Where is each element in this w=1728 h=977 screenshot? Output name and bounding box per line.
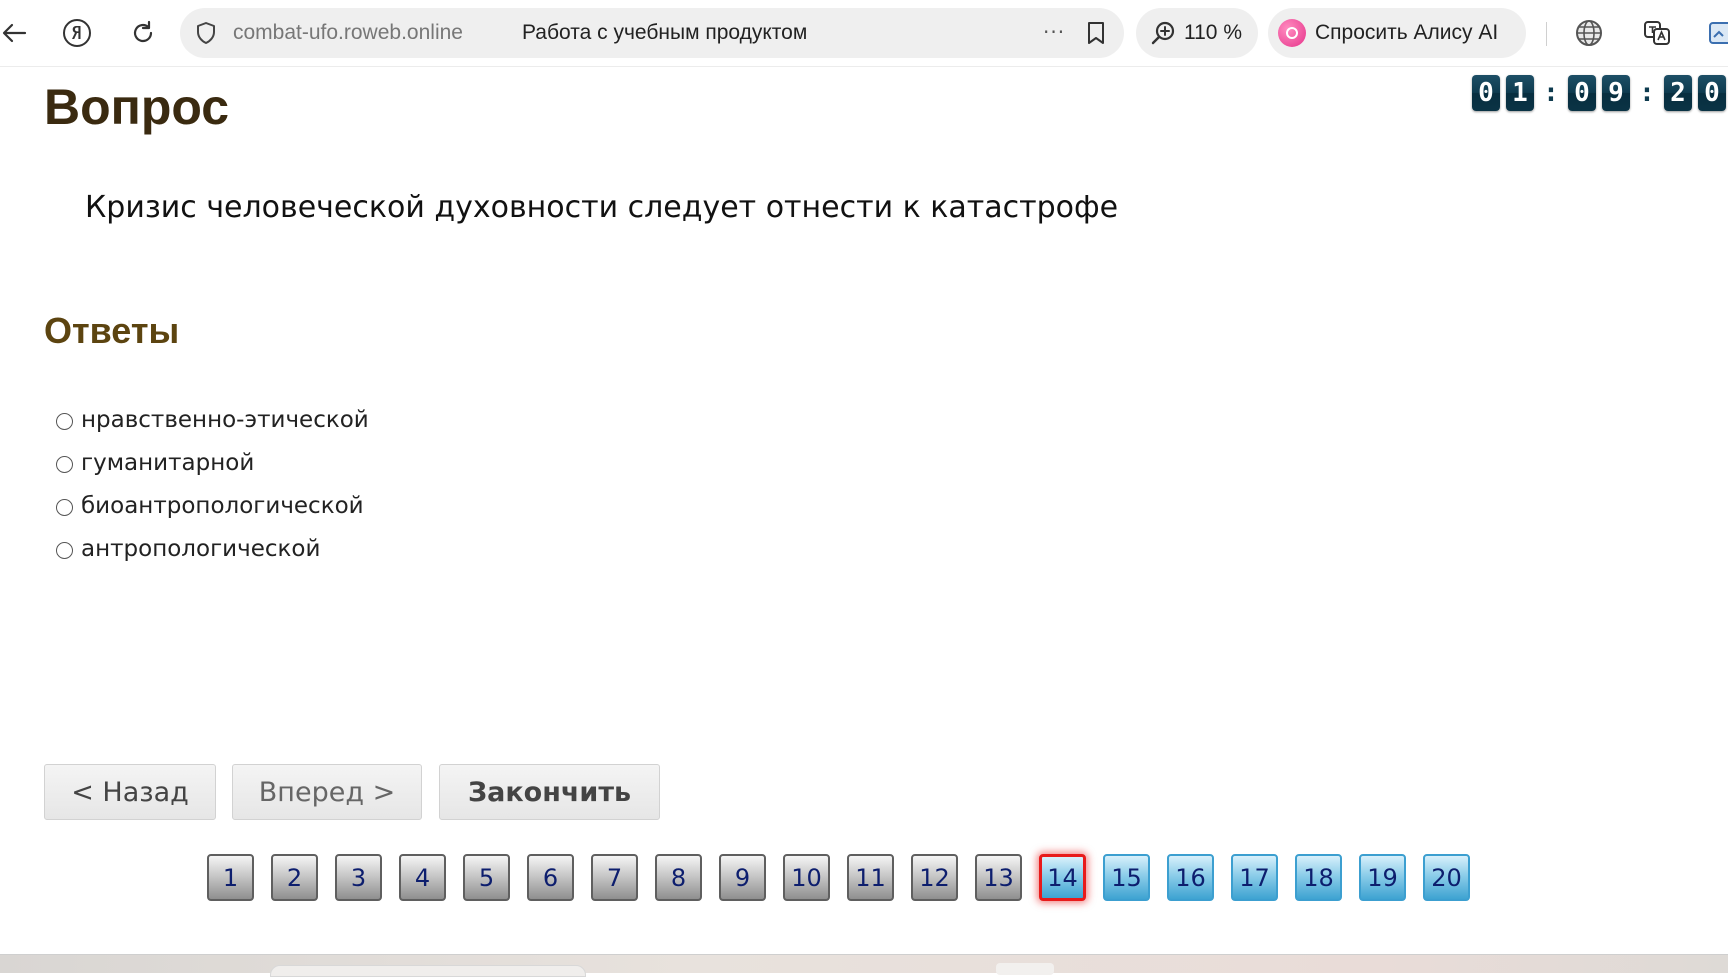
timer-digit: 0 bbox=[1472, 75, 1500, 111]
radio-button[interactable] bbox=[56, 413, 73, 430]
question-number-10[interactable]: 10 bbox=[783, 854, 830, 901]
timer-separator: : bbox=[1639, 78, 1655, 108]
question-number-12[interactable]: 12 bbox=[911, 854, 958, 901]
page-title-in-address-bar: Работа с учебным продуктом bbox=[522, 21, 808, 44]
bookmark-icon[interactable] bbox=[1084, 20, 1110, 46]
question-text: Кризис человеческой духовности следует о… bbox=[85, 190, 1119, 225]
question-number-7[interactable]: 7 bbox=[591, 854, 638, 901]
shield-icon[interactable] bbox=[194, 21, 218, 45]
zoom-level: 110 % bbox=[1184, 21, 1242, 44]
yandex-logo-icon[interactable] bbox=[60, 16, 94, 50]
bottom-tab[interactable] bbox=[270, 965, 586, 977]
bottom-tab[interactable] bbox=[996, 963, 1054, 975]
question-heading: Вопрос bbox=[44, 79, 230, 135]
question-number-13[interactable]: 13 bbox=[975, 854, 1022, 901]
question-number-3[interactable]: 3 bbox=[335, 854, 382, 901]
question-number-4[interactable]: 4 bbox=[399, 854, 446, 901]
question-number-1[interactable]: 1 bbox=[207, 854, 254, 901]
answer-list: нравственно-этической гуманитарной биоан… bbox=[56, 398, 369, 570]
bottom-tab-strip bbox=[0, 954, 1728, 977]
answer-label[interactable]: гуманитарной bbox=[81, 450, 254, 476]
translate-icon[interactable] bbox=[1640, 16, 1674, 50]
back-arrow-icon[interactable] bbox=[0, 16, 28, 50]
back-button[interactable]: < Назад bbox=[44, 764, 216, 820]
question-number-2[interactable]: 2 bbox=[271, 854, 318, 901]
answers-heading: Ответы bbox=[44, 310, 180, 351]
reload-icon[interactable] bbox=[126, 16, 160, 50]
extension-icon[interactable] bbox=[1708, 16, 1728, 50]
answer-option[interactable]: нравственно-этической bbox=[56, 398, 369, 441]
timer-digit: 0 bbox=[1698, 75, 1726, 111]
answer-label[interactable]: антропологической bbox=[81, 536, 320, 562]
ask-alice-button[interactable]: Спросить Алису AI bbox=[1268, 8, 1526, 58]
question-number-9[interactable]: 9 bbox=[719, 854, 766, 901]
forward-button[interactable]: Вперед > bbox=[232, 764, 422, 820]
question-number-8[interactable]: 8 bbox=[655, 854, 702, 901]
question-number-18[interactable]: 18 bbox=[1295, 854, 1342, 901]
answer-option[interactable]: биоантропологической bbox=[56, 484, 369, 527]
question-number-15[interactable]: 15 bbox=[1103, 854, 1150, 901]
timer-separator: : bbox=[1543, 78, 1559, 108]
question-number-20[interactable]: 20 bbox=[1423, 854, 1470, 901]
question-number-6[interactable]: 6 bbox=[527, 854, 574, 901]
question-number-19[interactable]: 19 bbox=[1359, 854, 1406, 901]
timer-digit: 0 bbox=[1568, 75, 1596, 111]
timer-digit: 2 bbox=[1664, 75, 1692, 111]
radio-button[interactable] bbox=[56, 542, 73, 559]
alice-icon bbox=[1278, 19, 1306, 47]
address-bar[interactable]: combat-ufo.roweb.online Работа с учебным… bbox=[180, 8, 1124, 58]
zoom-icon bbox=[1150, 20, 1176, 46]
radio-button[interactable] bbox=[56, 499, 73, 516]
radio-button[interactable] bbox=[56, 456, 73, 473]
more-options-icon[interactable]: ··· bbox=[1043, 20, 1075, 46]
globe-icon[interactable] bbox=[1572, 16, 1606, 50]
timer-digit: 1 bbox=[1506, 75, 1534, 111]
ask-alice-label: Спросить Алису AI bbox=[1315, 21, 1499, 44]
question-number-11[interactable]: 11 bbox=[847, 854, 894, 901]
countdown-timer: 0 1 : 0 9 : 2 0 bbox=[1472, 74, 1728, 112]
question-number-14[interactable]: 14 bbox=[1039, 854, 1086, 901]
answer-label[interactable]: нравственно-этической bbox=[81, 407, 369, 433]
answer-option[interactable]: антропологической bbox=[56, 527, 369, 570]
finish-button[interactable]: Закончить bbox=[439, 764, 660, 820]
question-number-16[interactable]: 16 bbox=[1167, 854, 1214, 901]
answer-option[interactable]: гуманитарной bbox=[56, 441, 369, 484]
browser-toolbar: combat-ufo.roweb.online Работа с учебным… bbox=[0, 0, 1728, 67]
answer-label[interactable]: биоантропологической bbox=[81, 493, 364, 519]
question-number-17[interactable]: 17 bbox=[1231, 854, 1278, 901]
question-number-5[interactable]: 5 bbox=[463, 854, 510, 901]
url-domain[interactable]: combat-ufo.roweb.online bbox=[233, 21, 463, 45]
toolbar-divider bbox=[1546, 22, 1547, 46]
timer-digit: 9 bbox=[1602, 75, 1630, 111]
zoom-button[interactable]: 110 % bbox=[1136, 8, 1258, 58]
